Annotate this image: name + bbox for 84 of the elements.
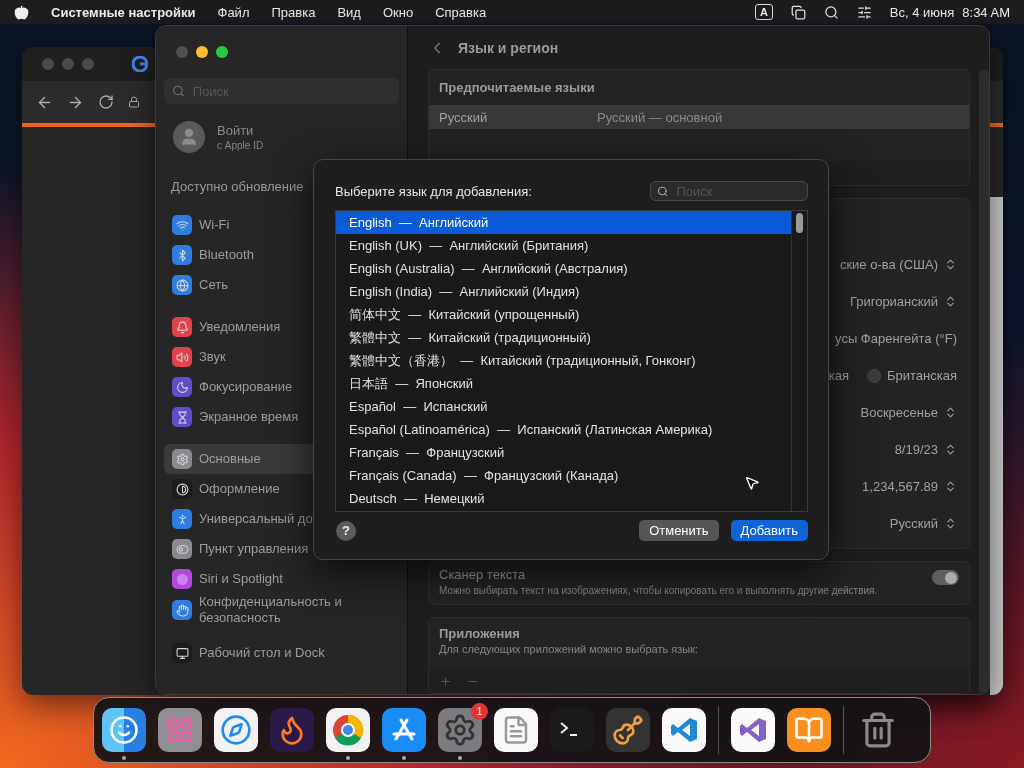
language-option[interactable]: English (India) — Английский (Индия) [336, 280, 791, 303]
setting-value: усы Фаренгейта (°F) [835, 331, 957, 346]
menu-item[interactable]: Вид [337, 4, 361, 20]
setting-description: Можно выбирать текст на изображениях, чтобы копировать его и выполнять другие действия. [439, 585, 879, 596]
chevrons-icon[interactable] [944, 443, 957, 456]
reload-icon[interactable] [98, 94, 114, 110]
avatar-icon[interactable] [173, 121, 205, 153]
menu-app-name[interactable]: Системные настройки [51, 4, 196, 20]
language-option[interactable]: Español — Испанский [336, 395, 791, 418]
guitar-icon[interactable] [606, 708, 650, 752]
sidebar-item[interactable]: Конфиденциальность и безопасность [164, 594, 399, 626]
radio-button[interactable] [867, 368, 881, 383]
chevrons-icon[interactable] [944, 517, 957, 530]
search-icon [172, 84, 185, 98]
app-store-icon[interactable] [382, 708, 426, 752]
tab-favicon-icon [132, 56, 148, 72]
dialog-title: Выберите язык для добавления: [335, 183, 532, 199]
section-heading: Предпочитаемые языки [438, 79, 596, 97]
windows-icon[interactable] [790, 4, 806, 20]
lock-icon [128, 96, 140, 108]
search-icon [657, 184, 669, 198]
scroll-thumb[interactable] [796, 213, 803, 233]
language-option[interactable]: 繁體中文（香港） — Китайский (традиционный, Гонконг) [336, 349, 791, 372]
popup-value[interactable]: Воскресенье [860, 405, 938, 420]
section-heading: Приложения [438, 626, 521, 641]
language-row[interactable]: Русский Русский — основной [429, 105, 969, 129]
language-option[interactable]: English — Английский [336, 211, 791, 234]
menu-time[interactable]: 8:34 AM [962, 4, 1010, 20]
language-option[interactable]: 简体中文 — Китайский (упрощенный) [336, 303, 791, 326]
sidebar-item[interactable]: Рабочий стол и Dock [164, 638, 399, 668]
popup-value[interactable]: 1,234,567.89 [862, 479, 938, 494]
firefox-icon[interactable] [270, 708, 314, 752]
menu-item[interactable]: Справка [435, 4, 487, 20]
menu-item[interactable]: Окно [382, 4, 414, 20]
chevrons-icon[interactable] [944, 480, 957, 493]
finder-icon[interactable] [102, 708, 146, 752]
scrollbar[interactable] [979, 69, 989, 694]
language-option[interactable]: English (UK) — Английский (Британия) [336, 234, 791, 257]
ide-icon[interactable] [731, 708, 775, 752]
chevrons-icon[interactable] [944, 258, 957, 271]
radio-label[interactable]: Британская [887, 368, 957, 383]
sidebar-item[interactable]: Siri и Spotlight [164, 564, 399, 594]
menu-item[interactable]: Правка [271, 4, 316, 20]
radio-label[interactable]: кая [828, 368, 849, 383]
popup-value[interactable]: Григорианский [849, 294, 938, 309]
section-description: Для следующих приложений можно выбрать язык: [438, 643, 700, 655]
language-option[interactable]: Deutsch — Немецкий [336, 487, 791, 510]
chrome-icon[interactable] [326, 708, 370, 752]
zoom-button[interactable] [216, 46, 228, 58]
search-icon[interactable] [823, 4, 839, 20]
launchpad-icon[interactable] [158, 708, 202, 752]
terminal-icon[interactable] [550, 708, 594, 752]
page-title: Язык и регион [458, 39, 559, 56]
language-note: Русский — основной [597, 109, 723, 125]
menu-date[interactable]: Вс, 4 июня [889, 4, 955, 20]
document-icon[interactable] [494, 708, 538, 752]
minimize-button[interactable] [196, 46, 208, 58]
pointer-icon [744, 475, 760, 491]
language-name: Русский [439, 109, 489, 125]
settings-icon[interactable] [438, 708, 482, 752]
popup-value[interactable]: Русский [889, 516, 938, 531]
language-option[interactable]: 繁體中文 — Китайский (традиционный) [336, 326, 791, 349]
popup-value[interactable]: ские о-ва (США) [839, 257, 938, 272]
chevrons-icon[interactable] [944, 406, 957, 419]
language-option[interactable]: 日本語 — Японский [336, 372, 791, 395]
popup-value[interactable]: 8/19/23 [894, 442, 938, 457]
account-subtitle: с Apple ID [217, 140, 264, 151]
language-option[interactable]: Español (Latinoamérica) — Испанский (Латинская Америка) [336, 418, 791, 441]
compass-icon[interactable] [214, 708, 258, 752]
book-icon[interactable] [787, 708, 831, 752]
code-editor-icon[interactable] [662, 708, 706, 752]
toggle-switch[interactable] [932, 570, 959, 585]
account-title[interactable]: Войти [217, 123, 264, 138]
control-center-icon[interactable] [856, 4, 872, 20]
setting-title: Сканер текста [439, 567, 527, 582]
help-button[interactable]: ? [336, 520, 356, 541]
language-option[interactable]: English (Australia) — Английский (Австралия) [336, 257, 791, 280]
add-button[interactable]: Добавить [730, 520, 808, 541]
chevrons-icon[interactable] [944, 295, 957, 308]
notification-badge: 1 [471, 703, 488, 720]
input-source-indicator[interactable]: A [754, 4, 773, 20]
menu-item[interactable]: Файл [217, 4, 250, 20]
cancel-button[interactable]: Отменить [639, 520, 719, 541]
apple-icon[interactable] [14, 4, 29, 20]
